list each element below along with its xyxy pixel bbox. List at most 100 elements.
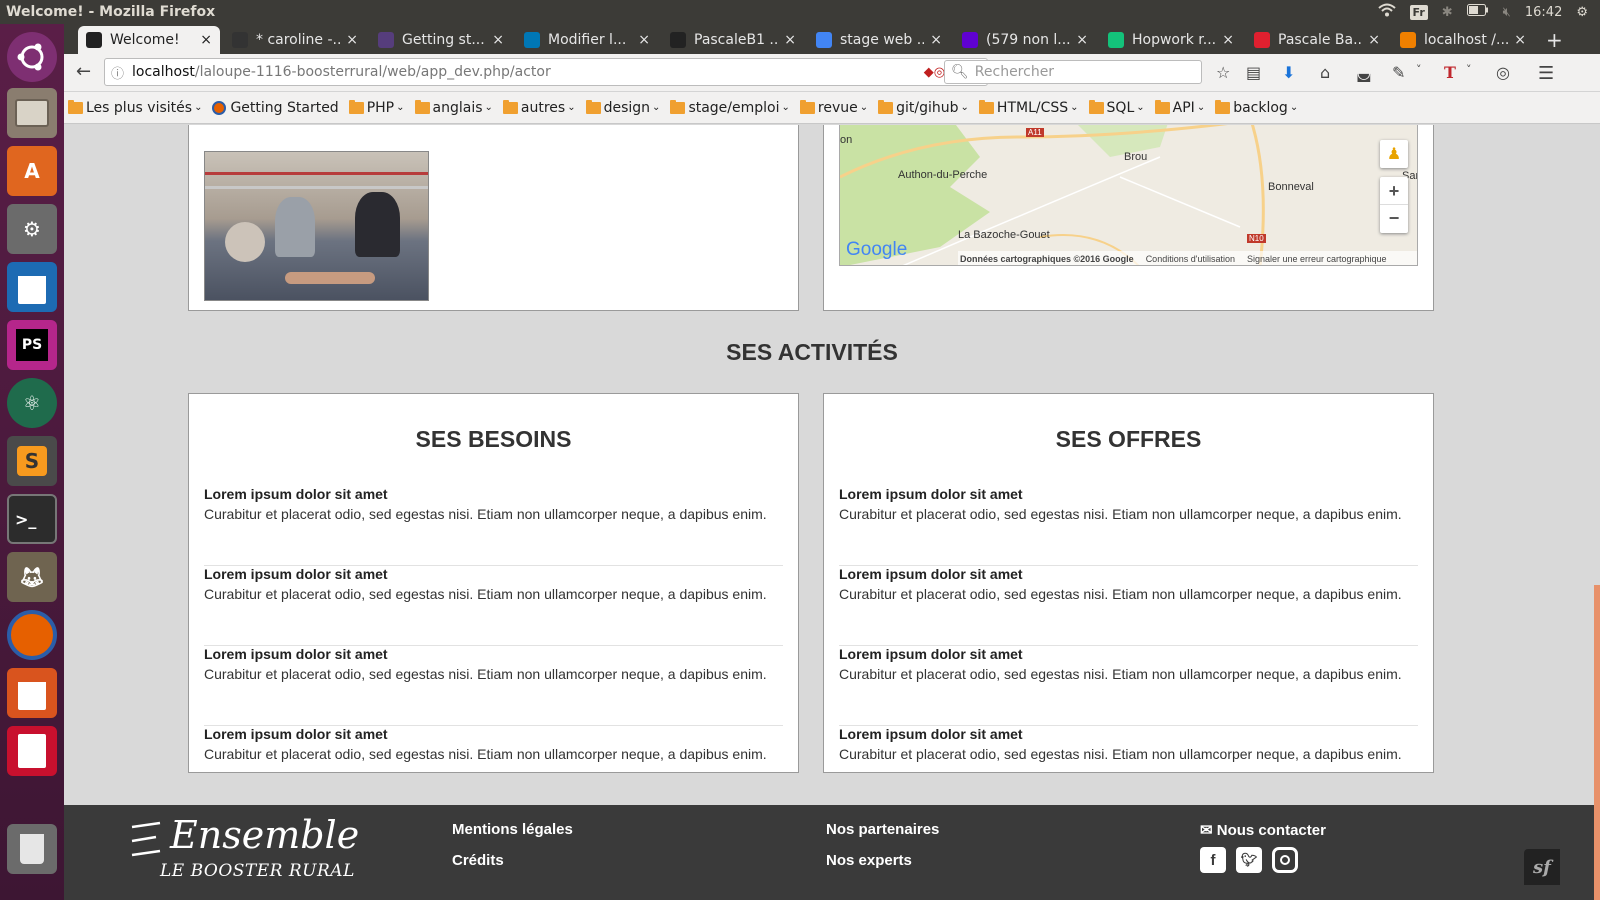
search-input[interactable]: 🔍︎ Rechercher <box>944 60 1202 84</box>
tab-5[interactable]: PascaleB1 ... × <box>662 26 804 54</box>
tab-1[interactable]: Welcome! × <box>78 26 220 54</box>
trash-icon[interactable] <box>7 824 57 874</box>
tab-4[interactable]: Modifier l... × <box>516 26 658 54</box>
bookmark-item[interactable]: autres ⌄ <box>502 99 576 116</box>
tab-9[interactable]: Pascale Ba... × <box>1246 26 1388 54</box>
libreoffice-impress-icon[interactable] <box>7 668 57 718</box>
tab-close-icon[interactable]: × <box>1222 32 1234 48</box>
google-logo[interactable]: Google <box>846 239 907 261</box>
legal-notice-link[interactable]: Mentions légales <box>452 821 573 838</box>
home-icon[interactable]: ⌂ <box>1320 63 1330 82</box>
bookmark-item[interactable]: revue ⌄ <box>799 99 868 116</box>
symfony-toolbar-toggle-icon[interactable]: sf <box>1524 849 1560 885</box>
volume-muted-icon[interactable]: 🔇︎ <box>1503 5 1511 20</box>
system-settings-icon[interactable]: ⚙ <box>7 204 57 254</box>
sublime-text-icon[interactable]: S <box>7 436 57 486</box>
tab-close-icon[interactable]: × <box>346 32 358 48</box>
dropdown-chevron-icon[interactable]: ˅ <box>1466 63 1472 76</box>
pdf-viewer-icon[interactable] <box>7 726 57 776</box>
tab-close-icon[interactable]: × <box>1514 32 1526 48</box>
street-view-pegman-icon[interactable]: ♟ <box>1380 140 1408 168</box>
download-icon[interactable]: ⬇ <box>1282 63 1295 82</box>
tab-2[interactable]: * caroline -... × <box>224 26 366 54</box>
tab-10[interactable]: localhost /... × <box>1392 26 1534 54</box>
logo-main-text: Ensemble <box>170 813 360 857</box>
activities-title: SES ACTIVITÉS <box>726 339 898 365</box>
font-tool-icon[interactable]: T <box>1444 63 1456 82</box>
dropdown-chevron-icon[interactable]: ˅ <box>1416 63 1422 76</box>
map-report-link[interactable]: Signaler une erreur cartographique <box>1247 254 1387 264</box>
terminal-icon[interactable]: >_ <box>7 494 57 544</box>
tab-close-icon[interactable]: × <box>200 32 212 48</box>
bookmark-item[interactable]: anglais ⌄ <box>414 99 493 116</box>
ubuntu-dash-icon[interactable] <box>7 32 57 82</box>
tab-close-icon[interactable]: × <box>930 32 942 48</box>
files-icon[interactable] <box>7 88 57 138</box>
keyboard-layout-indicator[interactable]: Fr <box>1409 4 1428 20</box>
partners-link[interactable]: Nos partenaires <box>826 821 939 838</box>
tab-3[interactable]: Getting st... × <box>370 26 512 54</box>
bookmark-item[interactable]: Les plus visités ⌄ <box>68 99 202 116</box>
bookmark-item[interactable]: SQL ⌄ <box>1088 99 1145 116</box>
zoom-in-button[interactable]: + <box>1380 177 1408 205</box>
window-title: Welcome! - Mozilla Firefox <box>6 4 216 20</box>
bookmark-star-icon[interactable]: ☆ <box>1216 63 1230 82</box>
bookmark-item[interactable]: PHP ⌄ <box>348 99 405 116</box>
instagram-icon[interactable] <box>1272 847 1298 873</box>
libreoffice-writer-icon[interactable] <box>7 262 57 312</box>
zoom-out-button[interactable]: − <box>1380 205 1408 232</box>
bookmark-item[interactable]: HTML/CSS ⌄ <box>978 99 1079 116</box>
experts-link[interactable]: Nos experts <box>826 852 912 869</box>
twitter-icon[interactable]: 🐦︎ <box>1236 847 1262 873</box>
facebook-icon[interactable]: f <box>1200 847 1226 873</box>
bookmark-item[interactable]: stage/emploi ⌄ <box>670 99 790 116</box>
bookmark-item[interactable]: API ⌄ <box>1154 99 1205 116</box>
bookmark-item[interactable]: Getting Started <box>212 100 339 116</box>
pocket-icon[interactable]: ◛ <box>1356 63 1372 82</box>
chevron-down-icon: ⌄ <box>1070 102 1079 113</box>
url-bar[interactable]: ⓘ localhost/laloupe-1116-boosterrural/we… <box>104 58 988 86</box>
firefox-window: Welcome! × * caroline -... × Getting st... × M… <box>64 24 1600 900</box>
tab-8[interactable]: Hopwork r... × <box>1100 26 1242 54</box>
contact-link[interactable]: ✉ Nous contacter <box>1200 821 1326 839</box>
new-tab-button[interactable]: + <box>1538 26 1568 54</box>
battery-icon[interactable] <box>1466 4 1489 20</box>
clock[interactable]: 16:42 <box>1525 5 1562 20</box>
chevron-down-icon: ⌄ <box>396 102 405 113</box>
bookmarks-library-icon[interactable]: ▤ <box>1246 63 1261 82</box>
gimp-icon[interactable]: 🦊︎ <box>7 552 57 602</box>
tab-close-icon[interactable]: × <box>1076 32 1088 48</box>
wifi-icon[interactable] <box>1377 3 1396 21</box>
tab-close-icon[interactable]: × <box>1368 32 1380 48</box>
software-center-icon[interactable]: A <box>7 146 57 196</box>
tab-close-icon[interactable]: × <box>784 32 796 48</box>
site-footer: Ensemble LE BOOSTER RURAL Mentions légal… <box>64 805 1600 900</box>
hamburger-menu-icon[interactable]: ☰ <box>1538 63 1554 84</box>
bookmark-label: autres <box>520 99 566 116</box>
site-info-icon[interactable]: ⓘ <box>111 63 124 82</box>
web-developer-icon[interactable]: ◎ <box>1496 63 1510 82</box>
chevron-down-icon: ⌄ <box>567 102 576 113</box>
page-scrollbar[interactable] <box>1594 585 1600 900</box>
tab-label: Modifier l... <box>548 32 627 48</box>
map-terms-link[interactable]: Conditions d'utilisation <box>1146 254 1235 264</box>
firefox-icon[interactable] <box>7 610 57 660</box>
bluetooth-icon[interactable]: ✱ <box>1442 5 1453 20</box>
tab-7[interactable]: (579 non l... × <box>954 26 1096 54</box>
google-map[interactable]: on Authon-du-Perche Brou Bonneval La Baz… <box>839 125 1418 266</box>
tab-6[interactable]: stage web ... × <box>808 26 950 54</box>
atom-editor-icon[interactable]: ⚛ <box>7 378 57 428</box>
map-label: La Bazoche-Gouet <box>958 229 1050 241</box>
credits-link[interactable]: Crédits <box>452 852 504 869</box>
phpstorm-icon[interactable]: PS <box>7 320 57 370</box>
back-arrow-icon[interactable]: ← <box>76 61 91 82</box>
bookmark-label: revue <box>817 99 858 116</box>
eyedropper-icon[interactable]: ✎ <box>1392 63 1405 82</box>
tab-close-icon[interactable]: × <box>492 32 504 48</box>
tab-close-icon[interactable]: × <box>638 32 650 48</box>
bookmark-item[interactable]: design ⌄ <box>585 99 660 116</box>
bookmark-item[interactable]: git/gihub ⌄ <box>878 99 969 116</box>
bookmark-item[interactable]: backlog ⌄ <box>1215 99 1298 116</box>
settings-gear-icon[interactable]: ⚙ <box>1576 5 1588 20</box>
footer-logo[interactable]: Ensemble LE BOOSTER RURAL <box>130 813 380 883</box>
